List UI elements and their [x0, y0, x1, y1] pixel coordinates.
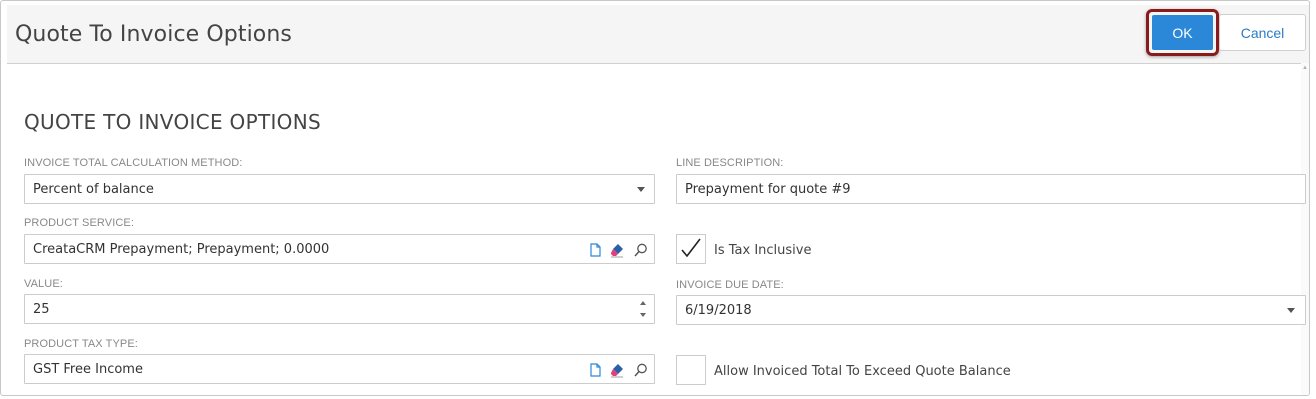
ok-button-highlight: OK [1146, 9, 1219, 56]
calc-method-label: INVOICE TOTAL CALCULATION METHOD: [24, 157, 243, 169]
product-service-field[interactable]: CreataCRM Prepayment; Prepayment; 0.0000 [24, 234, 655, 264]
ok-button[interactable]: OK [1152, 15, 1213, 50]
value-value: 25 [33, 302, 50, 317]
allow-exceed-checkbox[interactable] [676, 355, 706, 385]
scrollbar[interactable]: ▲ [1301, 63, 1309, 395]
section-title: QUOTE TO INVOICE OPTIONS [24, 110, 321, 134]
copy-icon[interactable] [587, 242, 603, 258]
line-description-input[interactable]: Prepayment for quote #9 [676, 174, 1306, 204]
invoice-due-date-value: 6/19/2018 [685, 303, 752, 318]
cancel-button[interactable]: Cancel [1219, 14, 1306, 51]
copy-icon[interactable] [587, 362, 603, 378]
search-icon[interactable] [633, 242, 649, 258]
value-spinner[interactable] [640, 298, 648, 320]
product-service-label: PRODUCT SERVICE: [24, 217, 134, 229]
chevron-down-icon[interactable] [1287, 308, 1295, 313]
product-tax-type-field[interactable]: GST Free Income [24, 354, 655, 384]
calc-method-value: Percent of balance [33, 182, 154, 197]
checkmark-icon [681, 238, 701, 258]
line-description-label: LINE DESCRIPTION: [676, 157, 784, 169]
allow-exceed-label: Allow Invoiced Total To Exceed Quote Bal… [714, 364, 1011, 379]
calc-method-select[interactable]: Percent of balance [24, 174, 655, 204]
is-tax-inclusive-checkbox[interactable] [676, 234, 706, 264]
invoice-due-date-label: INVOICE DUE DATE: [676, 279, 784, 291]
eraser-icon[interactable] [609, 362, 625, 378]
value-label: VALUE: [24, 278, 63, 290]
spinner-up-icon[interactable] [640, 301, 646, 305]
chevron-down-icon[interactable] [637, 187, 645, 192]
invoice-due-date-select[interactable]: 6/19/2018 [676, 295, 1306, 325]
dialog-title: Quote To Invoice Options [15, 22, 292, 47]
dialog-header: Quote To Invoice Options OK Cancel [7, 5, 1309, 64]
line-description-value: Prepayment for quote #9 [685, 182, 851, 197]
is-tax-inclusive-label: Is Tax Inclusive [714, 243, 812, 258]
spinner-down-icon[interactable] [640, 313, 646, 317]
product-service-value: CreataCRM Prepayment; Prepayment; 0.0000 [33, 242, 330, 257]
eraser-icon[interactable] [609, 242, 625, 258]
search-icon[interactable] [633, 362, 649, 378]
product-tax-type-value: GST Free Income [33, 362, 143, 377]
product-tax-type-label: PRODUCT TAX TYPE: [24, 338, 138, 350]
scroll-up-icon[interactable]: ▲ [1302, 65, 1308, 71]
value-input[interactable]: 25 [24, 294, 655, 324]
dialog: Quote To Invoice Options OK Cancel ▲ QUO… [0, 0, 1310, 396]
